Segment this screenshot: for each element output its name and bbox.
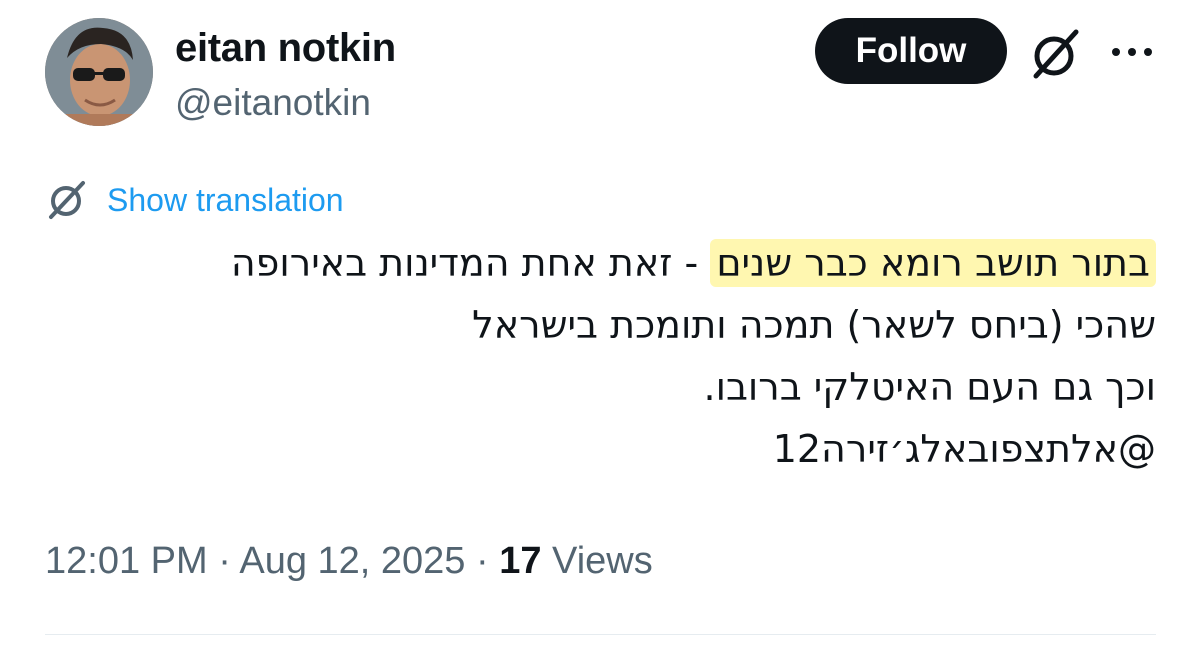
highlighted-text: בתור תושב רומא כבר שנים — [710, 239, 1156, 287]
grok-icon — [49, 181, 85, 219]
meta-separator: · — [207, 540, 240, 582]
tweet-time[interactable]: 12:01 PM — [45, 540, 208, 582]
views-label[interactable]: Views — [542, 540, 653, 582]
author-name[interactable]: eitan notkin — [175, 26, 396, 71]
meta-separator: · — [465, 540, 500, 582]
tweet-line: וכך גם העם האיטלקי ברובו. — [703, 365, 1156, 409]
author-handle[interactable]: @eitanotkin — [175, 82, 371, 124]
show-translation-row[interactable]: Show translation — [45, 178, 344, 222]
avatar-photo — [45, 18, 153, 126]
tweet-date[interactable]: Aug 12, 2025 — [239, 540, 465, 582]
tweet-line: בתור תושב רומא כבר שנים - זאת אחת המדינו… — [46, 232, 1156, 294]
views-count[interactable]: 17 — [499, 540, 541, 582]
divider — [45, 634, 1156, 635]
show-translation-link[interactable]: Show translation — [107, 182, 344, 219]
tweet-line: @אלתצפובאלג׳זירה12 — [772, 427, 1156, 471]
follow-button[interactable]: Follow — [815, 18, 1007, 84]
tweet-text: בתור תושב רומא כבר שנים - זאת אחת המדינו… — [46, 232, 1156, 480]
tweet-line: שהכי (ביחס לשאר) תמכה ותומכת בישראל — [472, 303, 1156, 347]
grok-icon[interactable] — [1028, 26, 1084, 82]
avatar[interactable] — [45, 18, 153, 126]
more-dots-icon[interactable] — [1108, 44, 1156, 60]
tweet-line-text: - זאת אחת המדינות באירופה — [230, 241, 711, 285]
tweet-meta: 12:01 PM · Aug 12, 2025 · 17 Views — [45, 540, 653, 583]
